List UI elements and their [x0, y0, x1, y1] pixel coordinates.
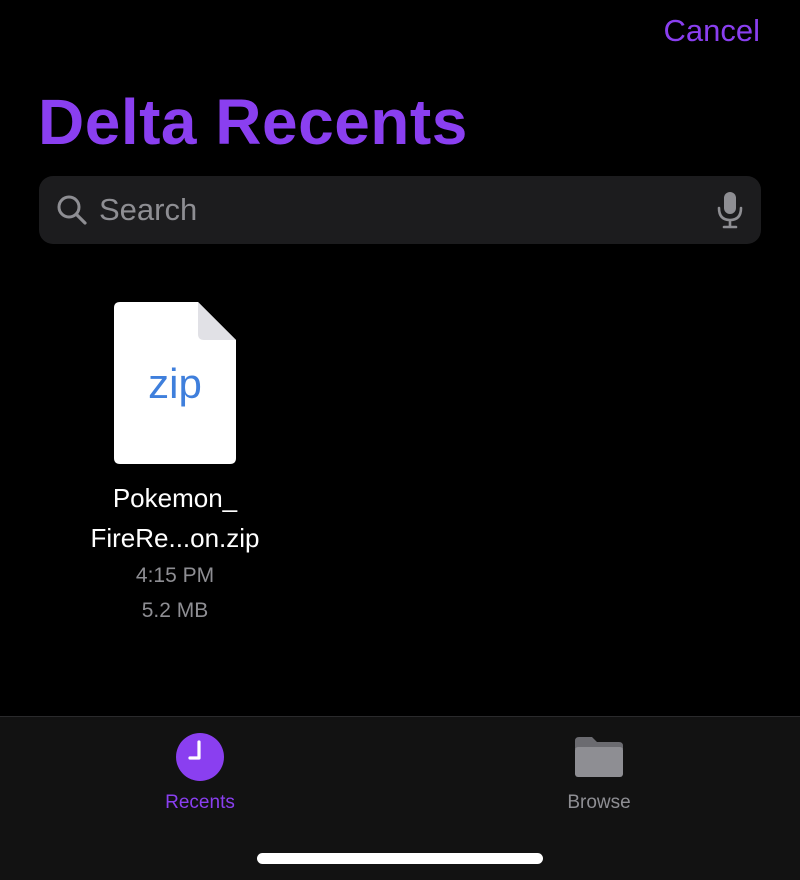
file-type-label: zip: [148, 360, 202, 407]
cancel-button[interactable]: Cancel: [664, 12, 761, 50]
tab-recents[interactable]: Recents: [120, 731, 280, 815]
search-icon: [55, 193, 89, 227]
file-name: Pokemon_ FireRe...on.zip: [70, 478, 280, 558]
file-name-line-1: Pokemon_: [112, 483, 238, 513]
folder-icon: [575, 737, 623, 777]
zip-file-icon: zip: [114, 302, 236, 464]
tab-browse[interactable]: Browse: [519, 731, 679, 815]
clock-icon: [176, 733, 224, 781]
search-input[interactable]: [99, 192, 715, 228]
file-name-line-2: FireRe...on.zip: [90, 523, 260, 553]
microphone-icon[interactable]: [715, 190, 745, 230]
file-size: 5.2 MB: [141, 599, 209, 622]
page-title: Delta Recents: [38, 86, 468, 158]
tab-browse-label: Browse: [567, 792, 631, 813]
file-item[interactable]: zip Pokemon_ FireRe...on.zip 4:15 PM 5.2…: [70, 302, 280, 628]
home-indicator[interactable]: [257, 853, 543, 864]
search-bar[interactable]: [39, 176, 761, 244]
tab-recents-label: Recents: [165, 792, 235, 813]
file-time: 4:15 PM: [135, 564, 215, 587]
